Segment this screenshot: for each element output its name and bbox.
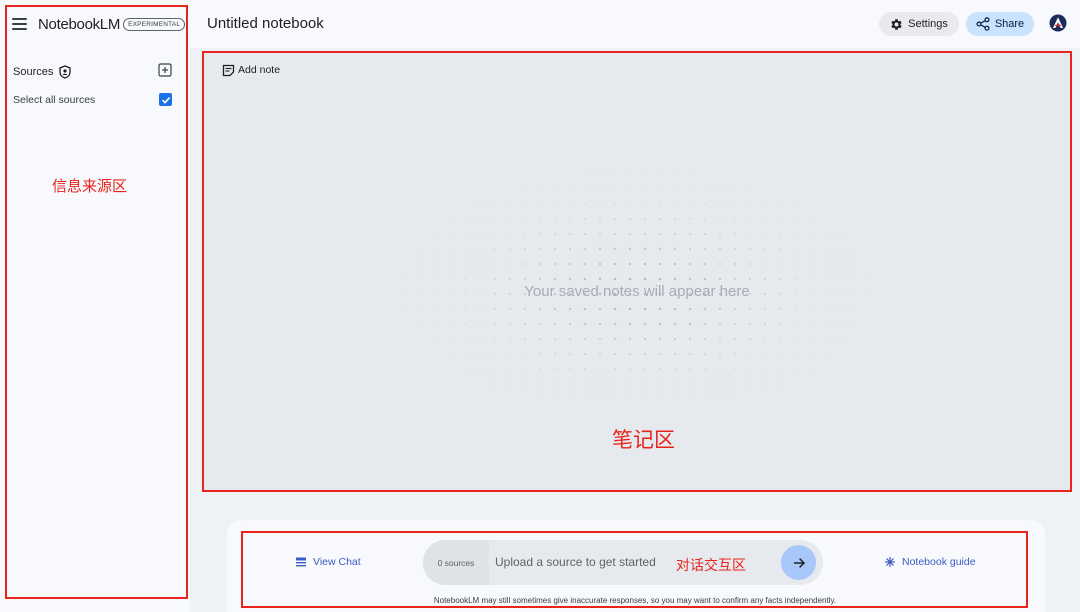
chat-annotation-box bbox=[241, 531, 1028, 608]
avatar[interactable] bbox=[1049, 14, 1067, 32]
avatar-logo bbox=[1049, 14, 1067, 32]
settings-button[interactable]: Settings bbox=[879, 12, 959, 36]
share-icon bbox=[976, 17, 990, 31]
sources-annotation-box bbox=[5, 5, 188, 599]
sources-annotation-label: 信息来源区 bbox=[52, 177, 128, 195]
top-header: Untitled notebook Settings Share bbox=[190, 0, 1080, 48]
notebook-title[interactable]: Untitled notebook bbox=[207, 15, 324, 32]
chat-annotation-label: 对话交互区 bbox=[676, 558, 746, 574]
settings-label: Settings bbox=[908, 18, 948, 30]
gear-icon bbox=[891, 18, 902, 30]
notes-annotation-label: 笔记区 bbox=[612, 428, 675, 452]
share-button[interactable]: Share bbox=[966, 12, 1034, 36]
share-label: Share bbox=[994, 18, 1025, 30]
